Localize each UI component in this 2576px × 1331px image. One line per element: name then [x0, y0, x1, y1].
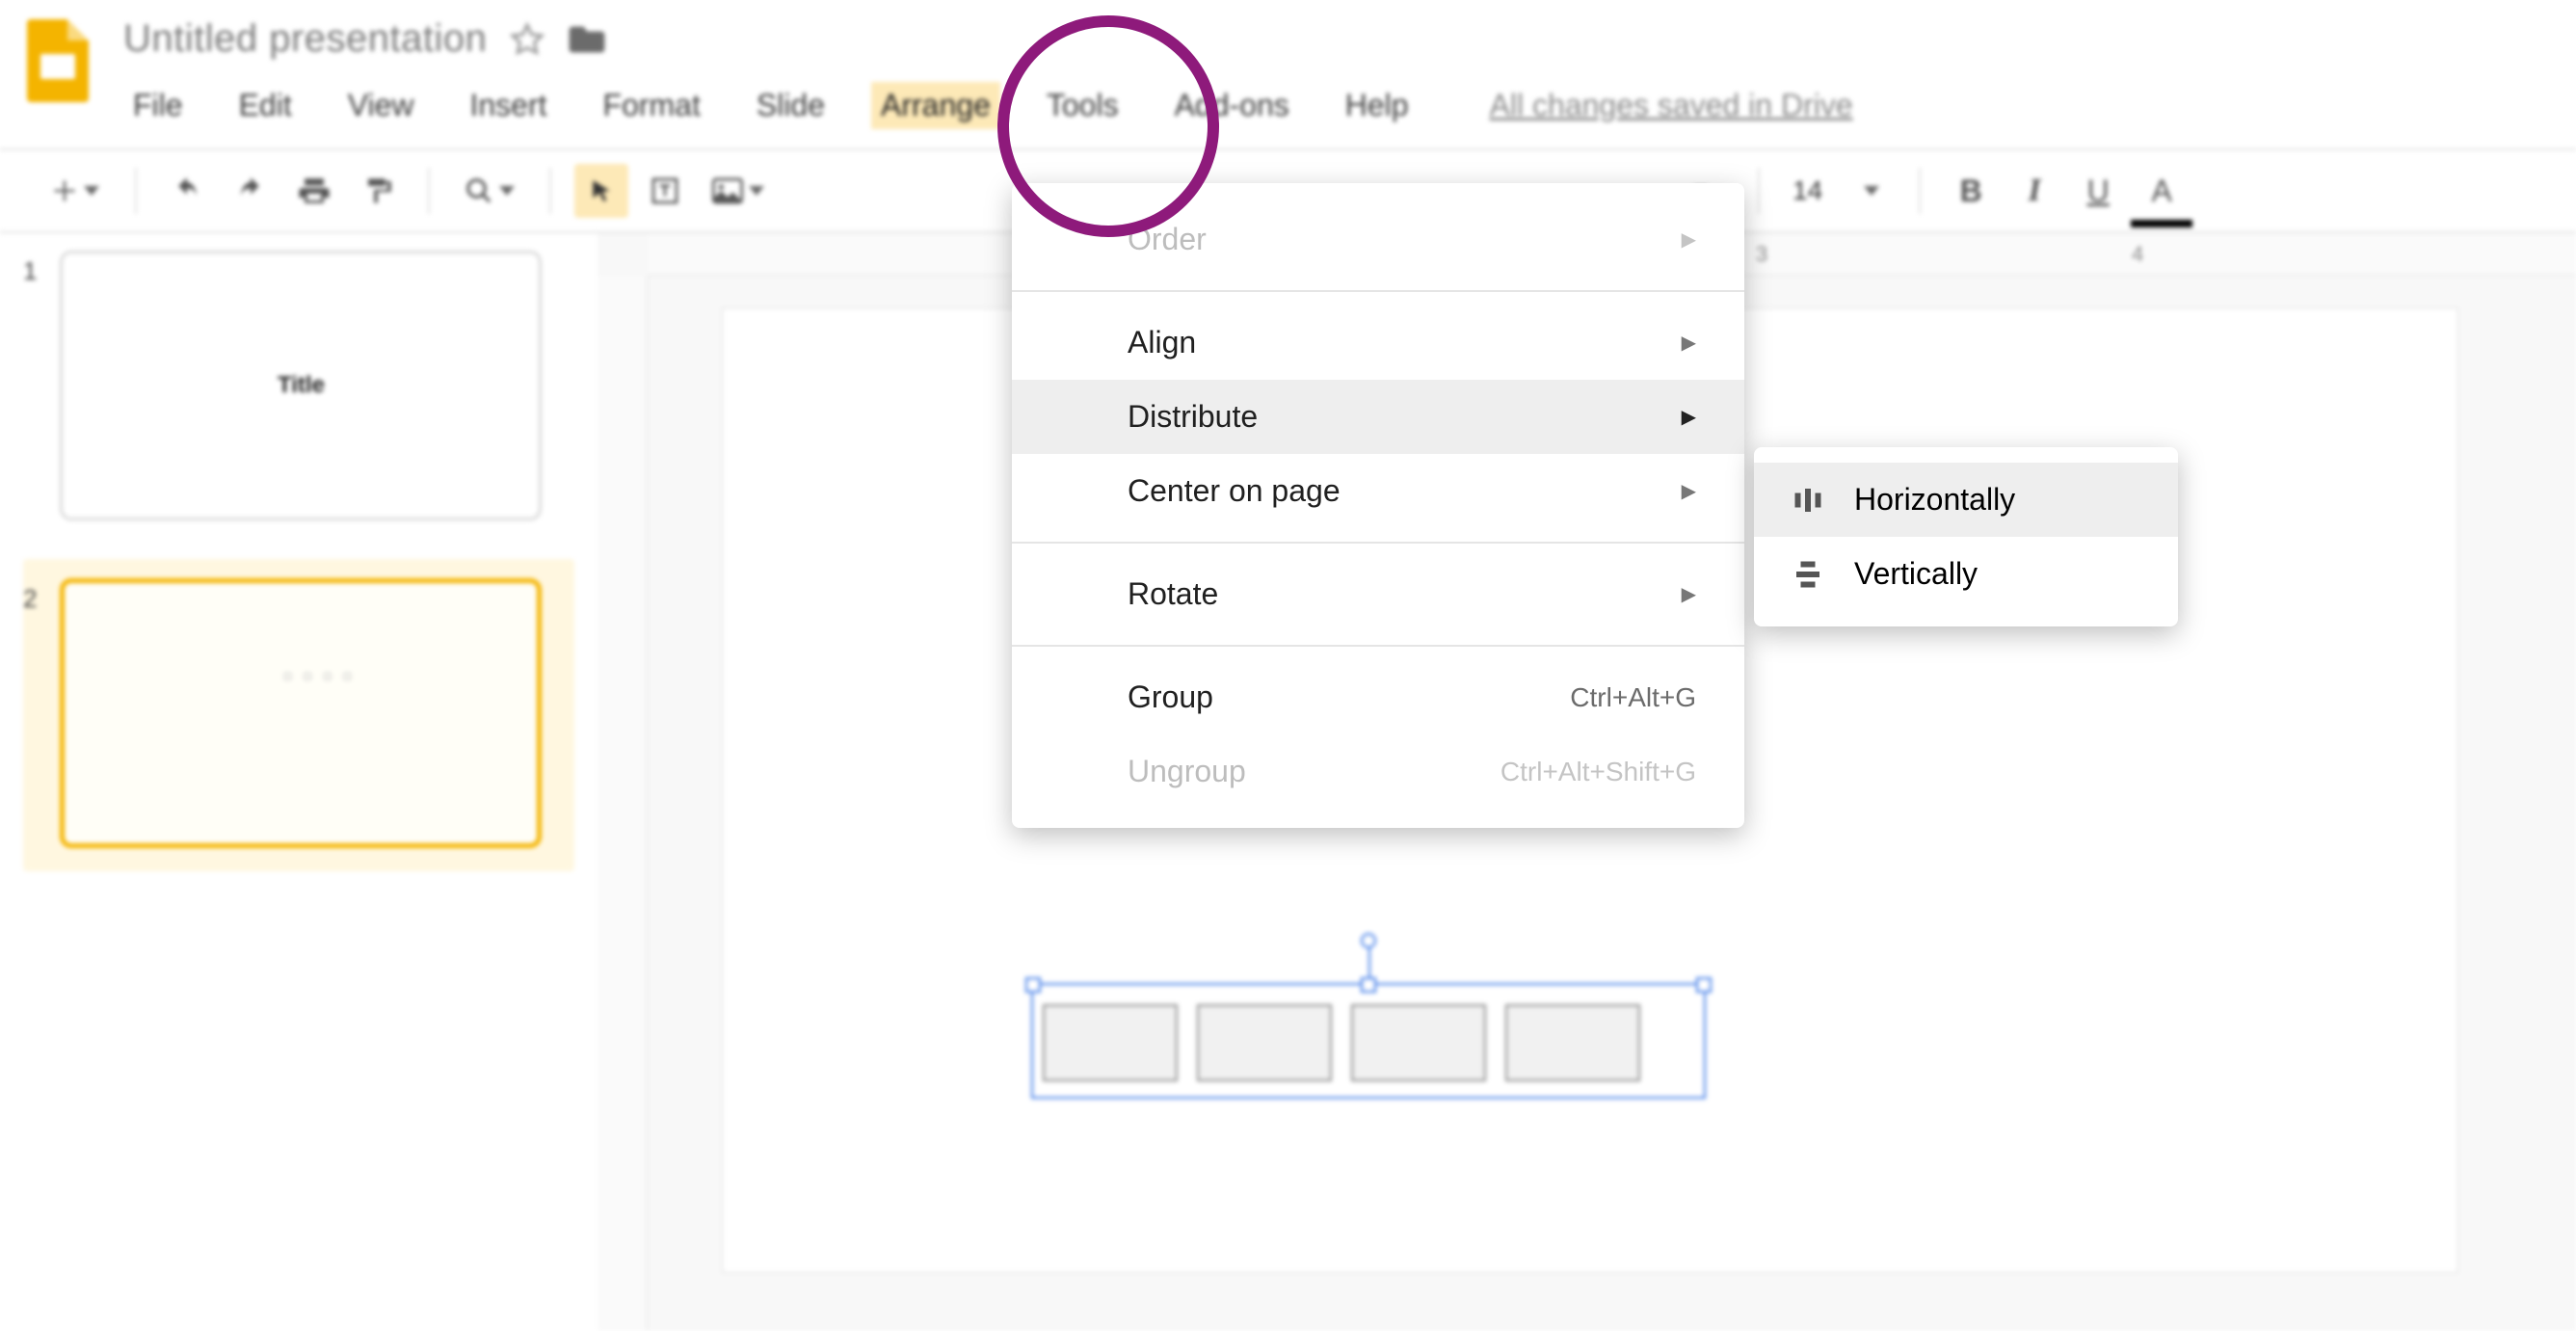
submenu-item-label: Vertically: [1854, 556, 1978, 592]
menu-item-order[interactable]: Order ▶: [1012, 202, 1744, 277]
zoom-button[interactable]: [453, 164, 526, 218]
font-size-dropdown[interactable]: [1842, 164, 1896, 218]
distribute-horizontal-icon: [1789, 483, 1827, 518]
menu-item-label: Align: [1128, 325, 1196, 360]
menu-view[interactable]: View: [338, 82, 424, 129]
menu-item-ungroup[interactable]: Ungroup Ctrl+Alt+Shift+G: [1012, 734, 1744, 809]
folder-icon[interactable]: [568, 23, 606, 56]
paint-format-button[interactable]: [351, 164, 405, 218]
menu-arrange[interactable]: Arrange: [871, 82, 1000, 129]
thumb-shapes-preview: ▫▫▫▫: [240, 583, 362, 693]
menu-separator: [1012, 542, 1744, 544]
submenu-item-vertically[interactable]: Vertically: [1754, 537, 2178, 611]
menu-slide[interactable]: Slide: [747, 82, 835, 129]
slides-logo-icon: [19, 13, 96, 110]
menu-item-label: Center on page: [1128, 473, 1341, 509]
menu-item-label: Group: [1128, 679, 1213, 715]
submenu-arrow-icon: ▶: [1682, 227, 1696, 252]
save-status[interactable]: All changes saved in Drive: [1490, 88, 1853, 123]
selected-shape-group[interactable]: [1031, 983, 1706, 1099]
submenu-arrow-icon: ▶: [1682, 582, 1696, 606]
thumb-title-label: Title: [278, 372, 325, 399]
menu-item-distribute[interactable]: Distribute ▶: [1012, 380, 1744, 454]
submenu-arrow-icon: ▶: [1682, 331, 1696, 355]
menu-shortcut: Ctrl+Alt+Shift+G: [1500, 757, 1696, 787]
menu-format[interactable]: Format: [594, 82, 710, 129]
ruler-tick: 3: [1756, 242, 1767, 267]
submenu-arrow-icon: ▶: [1682, 479, 1696, 503]
resize-handle[interactable]: [1361, 977, 1376, 993]
redo-button[interactable]: [224, 164, 278, 218]
menu-separator: [1012, 290, 1744, 292]
slide-thumbnail-1[interactable]: Title: [60, 251, 542, 520]
slide-thumb-row: 1 Title: [23, 251, 574, 520]
submenu-item-horizontally[interactable]: Horizontally: [1754, 463, 2178, 537]
arrange-dropdown-menu: Order ▶ Align ▶ Distribute ▶ Center on p…: [1012, 183, 1744, 828]
menu-file[interactable]: File: [123, 82, 193, 129]
doc-title[interactable]: Untitled presentation: [123, 17, 487, 61]
text-box-button[interactable]: [638, 164, 692, 218]
menu-help[interactable]: Help: [1336, 82, 1419, 129]
menu-shortcut: Ctrl+Alt+G: [1570, 682, 1696, 713]
menu-item-label: Ungroup: [1128, 754, 1246, 789]
menu-item-align[interactable]: Align ▶: [1012, 306, 1744, 380]
image-button[interactable]: [702, 164, 775, 218]
vertical-ruler[interactable]: [598, 276, 648, 1331]
new-slide-button[interactable]: [39, 164, 112, 218]
slide-number: 1: [23, 251, 37, 286]
menu-item-group[interactable]: Group Ctrl+Alt+G: [1012, 660, 1744, 734]
shape-rect[interactable]: [1351, 1004, 1486, 1081]
rotation-handle[interactable]: [1361, 933, 1376, 948]
bold-button[interactable]: B: [1944, 164, 1998, 218]
resize-handle[interactable]: [1696, 977, 1712, 993]
menu-separator: [1012, 645, 1744, 647]
distribute-vertical-icon: [1789, 557, 1827, 592]
menu-item-label: Rotate: [1128, 576, 1218, 612]
menubar: File Edit View Insert Format Slide Arran…: [123, 82, 2576, 129]
shape-rect[interactable]: [1043, 1004, 1178, 1081]
print-button[interactable]: [287, 164, 341, 218]
select-tool-button[interactable]: [574, 164, 628, 218]
underline-button[interactable]: U: [2071, 164, 2125, 218]
font-size-value[interactable]: 14: [1783, 175, 1832, 206]
menu-addons[interactable]: Add-ons: [1165, 82, 1299, 129]
italic-button[interactable]: I: [2007, 164, 2061, 218]
submenu-item-label: Horizontally: [1854, 482, 2015, 518]
star-icon[interactable]: [510, 22, 544, 57]
menu-insert[interactable]: Insert: [460, 82, 556, 129]
menu-item-label: Order: [1128, 222, 1207, 257]
slide-panel: 1 Title 2 ▫▫▫▫: [0, 233, 598, 1331]
shape-rect[interactable]: [1505, 1004, 1640, 1081]
slide-number: 2: [23, 578, 37, 614]
menu-item-rotate[interactable]: Rotate ▶: [1012, 557, 1744, 631]
menu-item-label: Distribute: [1128, 399, 1258, 435]
app-header: Untitled presentation File Edit View Ins…: [0, 0, 2576, 129]
resize-handle[interactable]: [1025, 977, 1041, 993]
undo-button[interactable]: [160, 164, 214, 218]
menu-tools[interactable]: Tools: [1037, 82, 1129, 129]
text-color-button[interactable]: A: [2135, 164, 2189, 218]
slide-thumbnail-2[interactable]: ▫▫▫▫: [60, 578, 542, 848]
menu-item-center-on-page[interactable]: Center on page ▶: [1012, 454, 1744, 528]
submenu-arrow-icon: ▶: [1682, 405, 1696, 429]
distribute-submenu: Horizontally Vertically: [1754, 447, 2178, 626]
menu-edit[interactable]: Edit: [229, 82, 302, 129]
ruler-tick: 4: [2132, 242, 2143, 267]
shape-rect[interactable]: [1197, 1004, 1332, 1081]
